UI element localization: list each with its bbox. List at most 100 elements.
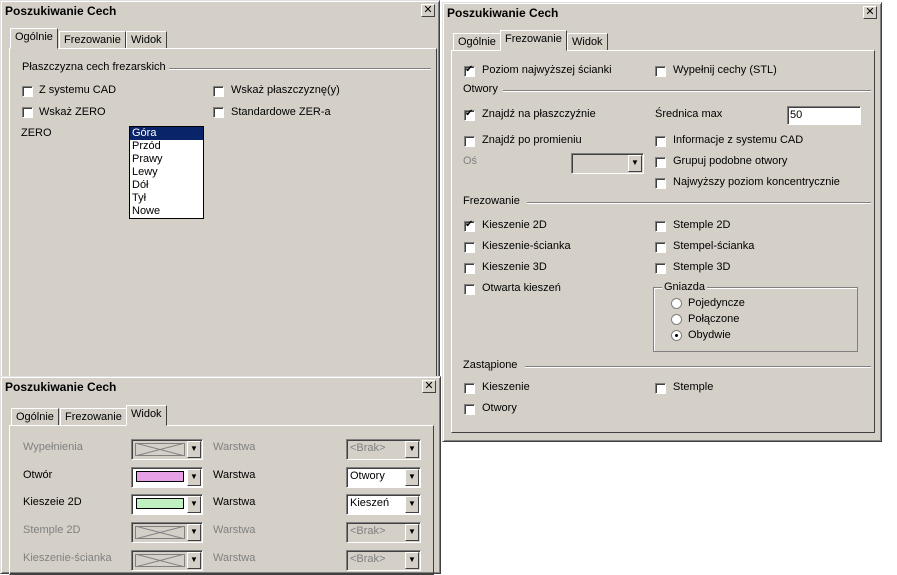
holes-separator xyxy=(503,90,871,92)
tab-widok[interactable]: Widok xyxy=(567,33,608,51)
fill-stl-checkbox[interactable] xyxy=(655,66,666,77)
hole-layer-combo[interactable]: Otwory ▼ xyxy=(346,467,421,488)
tab-widok[interactable]: Widok xyxy=(126,405,167,426)
pick-plane-label: Wskaż płaszczyznę(y) xyxy=(231,84,340,96)
stamps-2d-label: Stemple 2D xyxy=(673,219,731,231)
milling-section-label: Frezowanie xyxy=(463,195,520,207)
fill-layer-combo[interactable]: <Brak> ▼ xyxy=(346,439,421,460)
close-button[interactable]: ✕ xyxy=(421,4,435,17)
chevron-down-icon[interactable]: ▼ xyxy=(405,496,419,513)
fill-layer-label: Warstwa xyxy=(213,441,256,453)
window-title: Poszukiwanie Cech xyxy=(5,4,117,18)
tab-frezowanie[interactable]: Frezowanie xyxy=(60,408,127,426)
socket-joined-label: Połączone xyxy=(688,313,740,325)
socket-both-radio[interactable] xyxy=(671,330,682,341)
top-wall-label: Poziom najwyższej ścianki xyxy=(482,64,612,76)
tab-ogolnie[interactable]: Ogólnie xyxy=(10,28,58,49)
cad-info-label: Informacje z systemu CAD xyxy=(673,134,804,146)
zero-option[interactable]: Lewy xyxy=(130,166,203,179)
hole-layer-label: Warstwa xyxy=(213,469,256,481)
chevron-down-icon[interactable]: ▼ xyxy=(405,552,419,569)
pocket-wall-checkbox[interactable] xyxy=(464,242,475,253)
cad-info-checkbox[interactable] xyxy=(655,136,666,147)
top-wall-checkbox[interactable] xyxy=(464,64,475,77)
close-button[interactable]: ✕ xyxy=(422,380,436,393)
replaced-separator xyxy=(525,366,871,368)
chevron-down-icon[interactable]: ▼ xyxy=(187,552,201,569)
find-on-plane-checkbox[interactable] xyxy=(464,108,475,121)
pocket2d-layer-label: Warstwa xyxy=(213,496,256,508)
none-swatch-icon xyxy=(135,443,185,456)
fill-layer-value: <Brak> xyxy=(350,442,386,454)
replaced-pockets-checkbox[interactable] xyxy=(464,383,475,394)
zero-option[interactable]: Góra xyxy=(130,127,203,140)
tab-widok[interactable]: Widok xyxy=(126,31,167,49)
tab-frezowanie[interactable]: Frezowanie xyxy=(59,31,126,49)
open-pocket-checkbox[interactable] xyxy=(464,284,475,295)
max-diameter-input[interactable]: 50 xyxy=(787,106,861,125)
zero-option[interactable]: Tył xyxy=(130,192,203,205)
zero-option[interactable]: Prawy xyxy=(130,153,203,166)
pick-plane-checkbox[interactable] xyxy=(213,86,224,97)
title-bar: Poszukiwanie Cech ✕ xyxy=(3,379,438,395)
top-concentric-checkbox[interactable] xyxy=(655,178,666,189)
chevron-down-icon[interactable]: ▼ xyxy=(187,441,201,458)
stamps-2d-checkbox[interactable] xyxy=(655,221,666,232)
pocket2d-layer-combo[interactable]: Kieszeń ▼ xyxy=(346,494,421,515)
tab-ogolnie[interactable]: Ogólnie xyxy=(11,408,59,426)
stamp-wall-checkbox[interactable] xyxy=(655,242,666,253)
chevron-down-icon[interactable]: ▼ xyxy=(405,469,419,486)
zero-option[interactable]: Nowe xyxy=(130,205,203,218)
socket-single-label: Pojedyncze xyxy=(688,297,745,309)
chevron-down-icon[interactable]: ▼ xyxy=(187,496,201,513)
window-title: Poszukiwanie Cech xyxy=(5,380,117,394)
cad-system-checkbox[interactable] xyxy=(22,86,33,97)
group-similar-label: Grupuj podobne otwory xyxy=(673,155,788,167)
sockets-label: Gniazda xyxy=(662,281,707,293)
zero-option[interactable]: Dół xyxy=(130,179,203,192)
hole-row-label: Otwór xyxy=(23,469,53,481)
close-button[interactable]: ✕ xyxy=(863,6,877,19)
pockets-3d-checkbox[interactable] xyxy=(464,263,475,274)
pick-zero-checkbox[interactable] xyxy=(22,107,33,118)
chevron-down-icon[interactable]: ▼ xyxy=(628,155,642,172)
stamp2d-layer-combo[interactable]: <Brak> ▼ xyxy=(346,522,421,543)
standard-zero-label: Standardowe ZER-a xyxy=(231,106,331,118)
group-similar-checkbox[interactable] xyxy=(655,157,666,168)
pockets-2d-checkbox[interactable] xyxy=(464,219,475,232)
replaced-stamps-checkbox[interactable] xyxy=(655,383,666,394)
tab-frezowanie[interactable]: Frezowanie xyxy=(500,30,567,51)
fill-color-combo[interactable]: ▼ xyxy=(131,439,203,460)
zero-label: ZERO xyxy=(21,127,52,139)
open-pocket-label: Otwarta kieszeń xyxy=(482,282,561,294)
stamp2d-color-combo[interactable]: ▼ xyxy=(131,522,203,543)
replaced-holes-label: Otwory xyxy=(482,402,517,414)
chevron-down-icon[interactable]: ▼ xyxy=(187,469,201,486)
milling-separator xyxy=(527,202,871,204)
pocket2d-color-combo[interactable]: ▼ xyxy=(131,494,203,515)
chevron-down-icon[interactable]: ▼ xyxy=(405,524,419,541)
socket-both-label: Obydwie xyxy=(688,329,731,341)
chevron-down-icon[interactable]: ▼ xyxy=(187,524,201,541)
holes-section-label: Otwory xyxy=(463,83,498,95)
stamp2d-layer-label: Warstwa xyxy=(213,524,256,536)
replaced-holes-checkbox[interactable] xyxy=(464,404,475,415)
pocketwall-color-combo[interactable]: ▼ xyxy=(131,550,203,571)
find-by-radius-checkbox[interactable] xyxy=(464,136,475,147)
pocketwall-layer-combo[interactable]: <Brak> ▼ xyxy=(346,550,421,571)
pocketwall-layer-value: <Brak> xyxy=(350,553,386,565)
top-concentric-label: Najwyższy poziom koncentrycznie xyxy=(673,176,840,188)
tab-ogolnie[interactable]: Ogólnie xyxy=(453,33,501,51)
hole-color-combo[interactable]: ▼ xyxy=(131,467,203,488)
stamps-3d-checkbox[interactable] xyxy=(655,263,666,274)
socket-single-radio[interactable] xyxy=(671,298,682,309)
zero-listbox[interactable]: Góra Przód Prawy Lewy Dół Tył Nowe xyxy=(129,126,204,219)
pick-zero-label: Wskaż ZERO xyxy=(39,106,106,118)
chevron-down-icon[interactable]: ▼ xyxy=(405,441,419,458)
standard-zero-checkbox[interactable] xyxy=(213,107,224,118)
pocket2d-layer-value: Kieszeń xyxy=(350,497,390,509)
replaced-pockets-label: Kieszenie xyxy=(482,381,530,393)
zero-option[interactable]: Przód xyxy=(130,140,203,153)
axis-combo[interactable]: ▼ xyxy=(571,153,644,174)
socket-joined-radio[interactable] xyxy=(671,314,682,325)
